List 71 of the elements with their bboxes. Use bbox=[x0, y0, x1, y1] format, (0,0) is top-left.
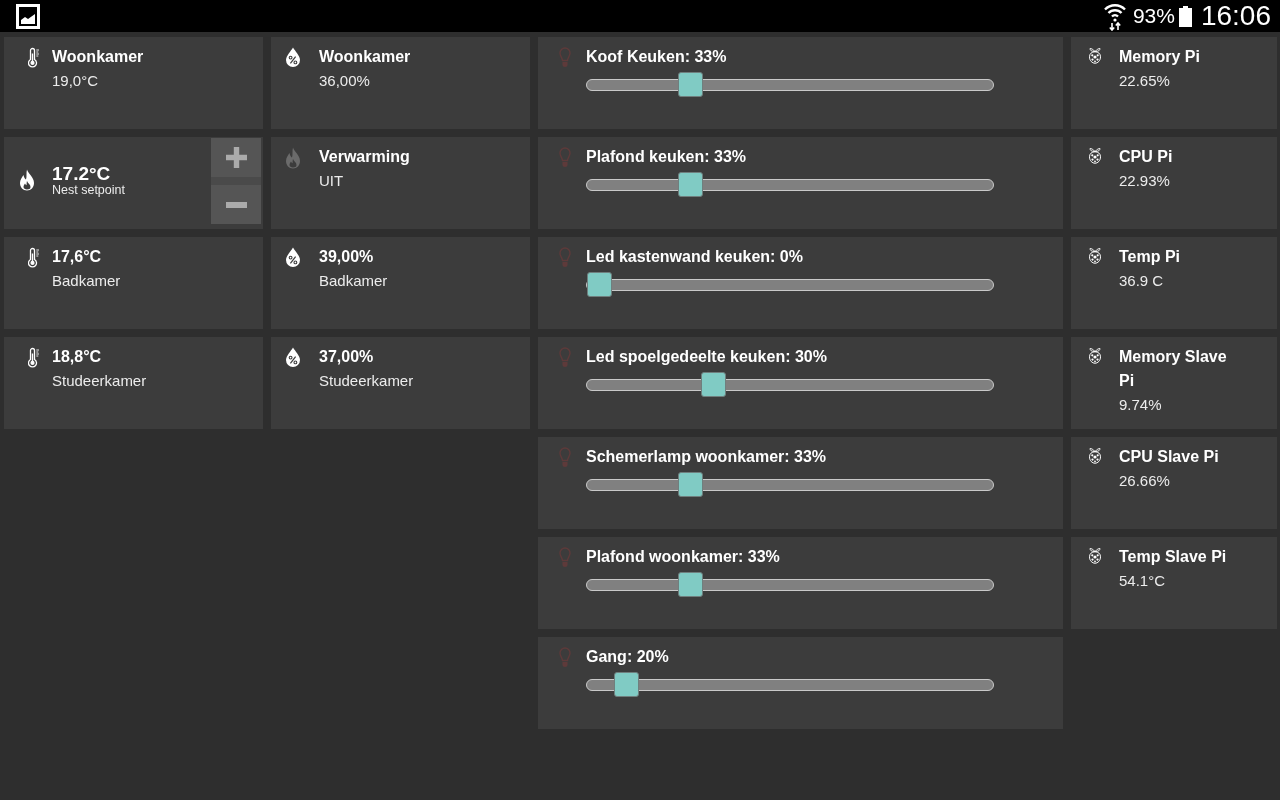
decrease-button[interactable] bbox=[211, 181, 261, 224]
plus-icon bbox=[225, 147, 247, 168]
raspberry-icon bbox=[1088, 147, 1102, 164]
tile-title: Temp Slave Pi bbox=[1119, 547, 1227, 567]
tile-value: Studeerkamer bbox=[319, 371, 414, 391]
tile-value: 36.9 C bbox=[1119, 271, 1164, 291]
tile-title: 18,8°C bbox=[52, 347, 102, 367]
raspberry-icon bbox=[1088, 247, 1102, 264]
light-bulb-icon bbox=[559, 47, 571, 67]
tile-value: Badkamer bbox=[319, 271, 388, 291]
tile-title: CPU Pi bbox=[1119, 147, 1173, 167]
tile-value: Studeerkamer bbox=[52, 371, 147, 391]
tile-value: Badkamer bbox=[52, 271, 121, 291]
raspberry-icon bbox=[1088, 447, 1102, 464]
slider-thumb[interactable] bbox=[678, 172, 704, 197]
increase-button[interactable] bbox=[211, 138, 261, 181]
dimmer-label: Led spoelgedeelte keuken: 30% bbox=[586, 347, 827, 367]
dimmer-label: Plafond keuken: 33% bbox=[586, 147, 747, 167]
light-bulb-icon bbox=[559, 247, 571, 267]
battery-icon bbox=[1178, 5, 1192, 27]
tile-title: Temp Pi bbox=[1119, 247, 1181, 267]
raspberry-icon bbox=[1088, 347, 1102, 364]
tile-title: CPU Slave Pi bbox=[1119, 447, 1219, 467]
tile-title: 39,00% bbox=[319, 247, 374, 267]
light-bulb-icon bbox=[559, 547, 571, 567]
tile-value: 19,0°C bbox=[52, 71, 99, 91]
dimmer-label: Gang: 20% bbox=[586, 647, 669, 667]
tile-title: Woonkamer bbox=[52, 47, 144, 67]
clock-time: 16:06 bbox=[1200, 0, 1271, 32]
humidity-drop-icon bbox=[285, 47, 301, 67]
tile-value: 9.74% bbox=[1119, 395, 1162, 415]
wifi-icon bbox=[1102, 1, 1127, 31]
dimmer-label: Schemerlamp woonkamer: 33% bbox=[586, 447, 827, 467]
tile-value: 36,00% bbox=[319, 71, 370, 91]
light-bulb-icon bbox=[559, 447, 571, 467]
setpoint-value: 17.2°C bbox=[52, 163, 111, 183]
slider-thumb[interactable] bbox=[613, 672, 639, 697]
flame-icon bbox=[19, 169, 35, 191]
tile-title: Memory Slave Pi bbox=[1119, 347, 1228, 391]
humidity-drop-icon bbox=[285, 347, 301, 367]
slider-thumb[interactable] bbox=[678, 72, 704, 97]
tile-title: 37,00% bbox=[319, 347, 374, 367]
tile-value: 22.93% bbox=[1119, 171, 1170, 191]
dimmer-label: Plafond woonkamer: 33% bbox=[586, 547, 780, 567]
tile-title: Woonkamer bbox=[319, 47, 411, 67]
light-bulb-icon bbox=[559, 347, 571, 367]
humidity-drop-icon bbox=[285, 247, 301, 267]
battery-percentage: 93% bbox=[1132, 3, 1175, 29]
slider-thumb[interactable] bbox=[701, 372, 727, 397]
setpoint-label: Nest setpoint bbox=[52, 182, 125, 197]
minus-icon bbox=[225, 201, 247, 208]
thermometer-icon bbox=[28, 247, 40, 268]
tile-title: Verwarming bbox=[319, 147, 410, 167]
raspberry-icon bbox=[1088, 47, 1102, 64]
image-icon bbox=[16, 3, 40, 29]
tile-title: Memory Pi bbox=[1119, 47, 1200, 67]
tile-value: 26.66% bbox=[1119, 471, 1170, 491]
tile-value: 22.65% bbox=[1119, 71, 1170, 91]
tile-value: 54.1°C bbox=[1119, 571, 1166, 591]
raspberry-icon bbox=[1088, 547, 1102, 564]
dimmer-label: Koof Keuken: 33% bbox=[586, 47, 727, 67]
slider-thumb[interactable] bbox=[678, 572, 704, 597]
thermometer-icon bbox=[28, 347, 40, 368]
dimmer-label: Led kastenwand keuken: 0% bbox=[586, 247, 803, 267]
tile-value: UIT bbox=[319, 171, 344, 191]
light-bulb-icon bbox=[559, 647, 571, 667]
slider-thumb[interactable] bbox=[587, 272, 612, 297]
light-bulb-icon bbox=[559, 147, 571, 167]
thermometer-icon bbox=[28, 47, 40, 68]
slider-thumb[interactable] bbox=[678, 472, 704, 497]
tile-title: 17,6°C bbox=[52, 247, 102, 267]
